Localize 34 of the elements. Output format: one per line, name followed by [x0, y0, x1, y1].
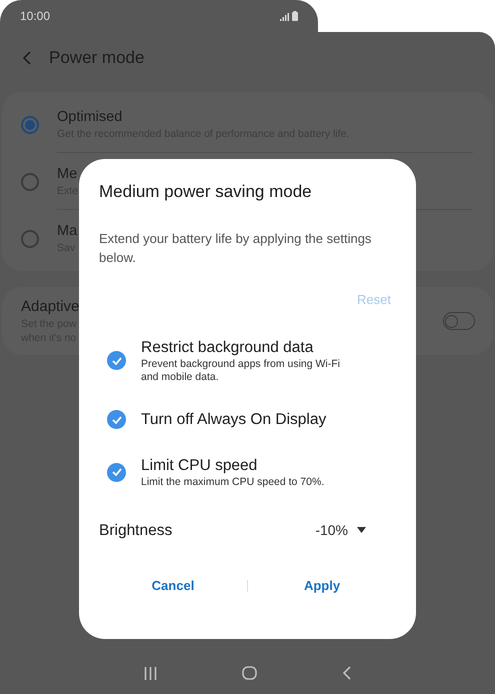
radio-button[interactable]	[21, 172, 39, 190]
option-title: Limit CPU speed	[141, 456, 258, 476]
checkbox[interactable]	[107, 462, 126, 482]
check-icon	[112, 416, 122, 424]
checkbox[interactable]	[107, 410, 126, 429]
check-icon	[112, 468, 122, 476]
option-title: Restrict background data	[141, 338, 314, 358]
mode-title: Ma	[57, 222, 78, 241]
dialog-button[interactable]: Apply	[248, 572, 396, 600]
option-title: Turn off Always On Display	[141, 410, 326, 430]
mode-title: Me	[57, 164, 78, 184]
status-time: 10:00	[20, 8, 50, 25]
check-icon	[112, 356, 122, 364]
checkbox[interactable]	[107, 351, 126, 370]
back-icon[interactable]	[342, 666, 351, 680]
recent-apps-icon[interactable]	[144, 666, 158, 680]
option-description: Limit the maximum CPU speed to 70%.	[141, 476, 326, 488]
dialog-title: Medium power saving mode	[99, 181, 313, 203]
caret-icon	[357, 527, 366, 534]
home-icon[interactable]	[242, 666, 257, 680]
page-title: Power mode	[49, 47, 144, 70]
signal-icon	[280, 13, 289, 21]
adaptive-title: Adaptive	[21, 297, 80, 317]
option-description: Prevent background apps from using Wi-Fi and mobile data.	[141, 358, 342, 384]
back-icon[interactable]	[22, 51, 31, 65]
mode-title: Optimised	[57, 108, 122, 126]
dialog-button[interactable]: Cancel	[99, 572, 247, 600]
radio-button[interactable]	[21, 116, 39, 134]
toggle-switch[interactable]	[443, 312, 475, 330]
battery-icon	[292, 11, 298, 21]
dialog-description: Extend your battery life by applying the settings below.	[99, 230, 372, 267]
brightness-label: Brightness	[99, 520, 172, 540]
brightness-dropdown[interactable]: -10%	[315, 520, 366, 541]
radio-button[interactable]	[21, 230, 39, 248]
